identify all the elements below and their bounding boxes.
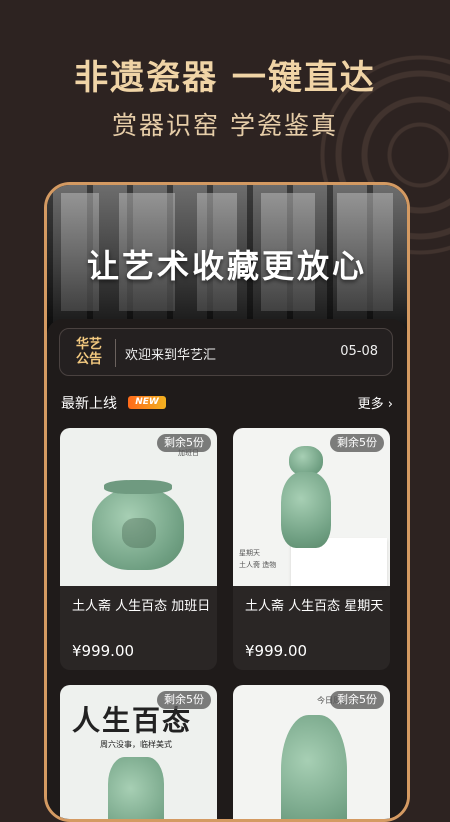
image-caption: 星期天: [239, 549, 260, 557]
image-caption: 土人斋 造物: [239, 561, 277, 569]
product-card[interactable]: 今日周五 剩余5份: [233, 685, 390, 819]
product-title: 土人斋 人生百态 星期天: [245, 599, 384, 614]
stock-badge: 剩余5份: [330, 434, 384, 452]
main-content: 华艺 公告 欢迎来到华艺汇 05-08 最新上线 NEW 更多 › 加班日 剩余…: [47, 319, 407, 819]
product-card[interactable]: 人生百态 周六没事，临样美式 剩余5份: [60, 685, 217, 819]
stock-badge: 剩余5份: [157, 691, 211, 709]
vase-rim: [104, 480, 172, 494]
promo-subline: 赏器识窑 学瓷鉴真: [112, 111, 338, 140]
divider: [115, 339, 116, 367]
announcement-badge-line2: 公告: [75, 352, 102, 367]
vase-face: [122, 518, 156, 548]
hero-banner[interactable]: 让艺术收藏更放心: [47, 185, 407, 333]
more-link[interactable]: 更多 ›: [358, 393, 393, 412]
product-title: 土人斋 人生百态 加班日: [72, 599, 211, 614]
stock-badge: 剩余5份: [330, 691, 384, 709]
vase-graphic: [108, 757, 164, 819]
new-badge: NEW: [128, 396, 166, 409]
product-price: ¥999.00: [72, 642, 135, 660]
stock-badge: 剩余5份: [157, 434, 211, 452]
announcement-badge: 华艺 公告: [74, 337, 104, 367]
announcement-bar[interactable]: 华艺 公告 欢迎来到华艺汇 05-08: [59, 328, 393, 376]
product-card[interactable]: 星期天 土人斋 造物 剩余5份 土人斋 人生百态 星期天 ¥999.00: [233, 428, 390, 670]
poster-subtitle: 周六没事，临样美式: [100, 740, 172, 749]
announcement-date: 05-08: [340, 344, 378, 359]
announcement-badge-line1: 华艺: [75, 337, 102, 352]
product-card[interactable]: 加班日 剩余5份 土人斋 人生百态 加班日 ¥999.00: [60, 428, 217, 670]
section-title: 最新上线: [61, 396, 117, 412]
vase-graphic: [281, 715, 347, 819]
vase-graphic: [281, 472, 331, 548]
phone-frame: 让艺术收藏更放心 华艺 公告 欢迎来到华艺汇 05-08 最新上线 NEW 更多…: [44, 182, 410, 822]
announcement-text: 欢迎来到华艺汇: [125, 348, 217, 363]
banner-title: 让艺术收藏更放心: [86, 247, 367, 285]
product-price: ¥999.00: [245, 642, 308, 660]
promo-headline: 非遗瓷器 一键直达: [74, 58, 376, 98]
